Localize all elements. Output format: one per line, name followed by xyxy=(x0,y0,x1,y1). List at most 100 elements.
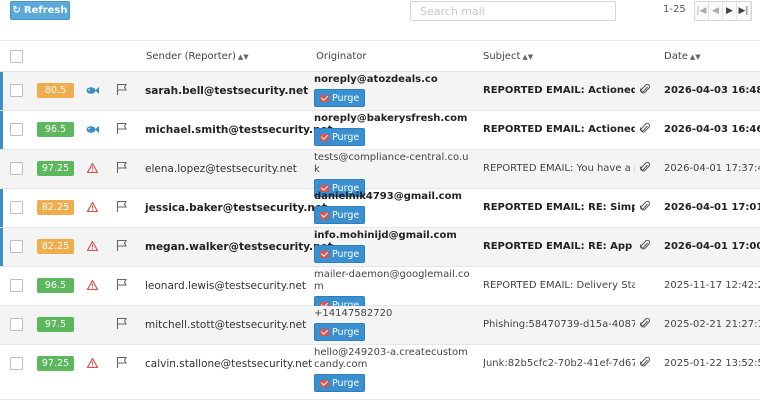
subject-text[interactable]: REPORTED EMAIL: Delivery Status xyxy=(483,280,635,291)
last-page-icon[interactable]: ▶| xyxy=(737,2,751,20)
envelope-icon xyxy=(320,211,329,219)
subject-text[interactable]: REPORTED EMAIL: Actioned Nee xyxy=(483,124,635,135)
table-row[interactable]: 96.5 michael.smith@testsecurity.net nore… xyxy=(0,111,760,150)
flag-icon[interactable] xyxy=(116,239,128,253)
purge-button[interactable]: Purge xyxy=(314,128,366,146)
attachment-icon xyxy=(639,122,651,136)
subject-text[interactable]: Junk:82b5cfc2-70b2-41ef-7d67-08 xyxy=(483,358,635,369)
select-all-checkbox[interactable] xyxy=(10,50,23,63)
originator-email: noreply@atozdeals.co xyxy=(314,74,438,85)
originator-email: noreply@bakerysfresh.com xyxy=(314,113,468,124)
score-badge: 96.5 xyxy=(37,278,74,293)
attachment-icon xyxy=(639,83,651,97)
sender-email[interactable]: megan.walker@testsecurity.net xyxy=(145,241,333,253)
score-badge: 97.5 xyxy=(37,317,74,332)
purge-button[interactable]: Purge xyxy=(314,323,366,341)
flag-icon[interactable] xyxy=(116,317,128,331)
purge-label: Purge xyxy=(332,209,360,221)
warning-icon xyxy=(85,356,99,370)
sender-email[interactable]: mitchell.stott@testsecurity.net xyxy=(145,319,306,331)
originator-cell: noreply@bakerysfresh.com Purge xyxy=(314,111,474,146)
column-subject[interactable]: Subject ▲▼ xyxy=(483,51,533,62)
originator-cell: +14147582720 Purge xyxy=(314,306,474,341)
subject-text[interactable]: REPORTED EMAIL: Actioned Nee xyxy=(483,85,635,96)
score-badge: 97.25 xyxy=(37,356,74,371)
sort-desc-icon: ▲▼ xyxy=(689,53,701,61)
attachment-icon xyxy=(639,239,651,253)
attachment-icon xyxy=(639,317,651,331)
table-row[interactable]: 82.25 megan.walker@testsecurity.net info… xyxy=(0,228,760,267)
row-checkbox[interactable] xyxy=(10,357,23,370)
purge-button[interactable]: Purge xyxy=(314,374,366,392)
first-page-icon[interactable]: |◀ xyxy=(695,2,709,20)
flag-icon[interactable] xyxy=(116,122,128,136)
originator-email: +14147582720 xyxy=(314,308,393,319)
date-text: 2026-04-03 16:48:54 xyxy=(664,85,760,96)
envelope-icon xyxy=(320,250,329,258)
column-originator: Originator xyxy=(316,51,367,62)
warning-icon xyxy=(85,278,99,292)
flag-icon[interactable] xyxy=(116,356,128,370)
search-input[interactable] xyxy=(410,1,616,21)
sender-email[interactable]: calvin.stallone@testsecurity.net xyxy=(145,358,312,370)
purge-button[interactable]: Purge xyxy=(314,245,366,263)
flag-icon[interactable] xyxy=(116,278,128,292)
purge-label: Purge xyxy=(332,92,360,104)
originator-email: info.mohinijd@gmail.com xyxy=(314,230,457,241)
originator-cell: hello@249203-a.createcustomcandy.com Pur… xyxy=(314,345,474,392)
sender-email[interactable]: sarah.bell@testsecurity.net xyxy=(145,85,308,97)
score-badge: 97.25 xyxy=(37,161,74,176)
table-row[interactable]: 97.5 mitchell.stott@testsecurity.net +14… xyxy=(0,306,760,345)
subject-text[interactable]: REPORTED EMAIL: You have a pen xyxy=(483,163,635,174)
page-range: 1-25 xyxy=(663,4,686,15)
score-badge: 80.5 xyxy=(37,83,74,98)
score-badge: 96.5 xyxy=(37,122,74,137)
row-checkbox[interactable] xyxy=(10,279,23,292)
purge-button[interactable]: Purge xyxy=(314,206,366,224)
originator-email: mailer-daemon@googlemail.com xyxy=(314,269,470,292)
flag-icon[interactable] xyxy=(116,200,128,214)
originator-cell: info.mohinijd@gmail.com Purge xyxy=(314,228,474,263)
table-header: Sender (Reporter) ▲▼ Originator Subject ▲▼… xyxy=(0,40,760,72)
phish-icon xyxy=(85,122,99,136)
sender-email[interactable]: michael.smith@testsecurity.net xyxy=(145,124,333,136)
flag-icon[interactable] xyxy=(116,83,128,97)
date-text: 2025-01-22 13:52:55 xyxy=(664,358,760,369)
table-row[interactable]: 97.25 elena.lopez@testsecurity.net tests… xyxy=(0,150,760,197)
row-checkbox[interactable] xyxy=(10,201,23,214)
table-row[interactable]: 97.25 calvin.stallone@testsecurity.net h… xyxy=(0,345,760,400)
subject-text[interactable]: REPORTED EMAIL: RE: Simple & N xyxy=(483,202,635,213)
next-page-icon[interactable]: ▶ xyxy=(723,2,737,20)
sender-email[interactable]: jessica.baker@testsecurity.net xyxy=(145,202,327,214)
flag-icon[interactable] xyxy=(116,161,128,175)
prev-page-icon[interactable]: ◀ xyxy=(709,2,723,20)
refresh-icon: ↻ xyxy=(12,5,21,16)
date-text: 2025-02-21 21:27:17 xyxy=(664,319,760,330)
phish-icon xyxy=(85,83,99,97)
table-row[interactable]: 80.5 sarah.bell@testsecurity.net noreply… xyxy=(0,72,760,111)
sender-email[interactable]: leonard.lewis@testsecurity.net xyxy=(145,280,306,292)
purge-button[interactable]: Purge xyxy=(314,89,366,107)
row-checkbox[interactable] xyxy=(10,240,23,253)
purge-label: Purge xyxy=(332,131,360,143)
row-checkbox[interactable] xyxy=(10,318,23,331)
column-sender[interactable]: Sender (Reporter) ▲▼ xyxy=(146,51,249,62)
table-row[interactable]: 96.5 leonard.lewis@testsecurity.net mail… xyxy=(0,267,760,314)
sender-email[interactable]: elena.lopez@testsecurity.net xyxy=(145,163,297,175)
sort-icon: ▲▼ xyxy=(522,53,534,61)
date-text: 2026-04-01 17:01:17 xyxy=(664,202,760,213)
attachment-icon xyxy=(639,161,651,175)
row-checkbox[interactable] xyxy=(10,123,23,136)
score-badge: 82.25 xyxy=(37,200,74,215)
envelope-icon xyxy=(320,133,329,141)
column-date[interactable]: Date ▲▼ xyxy=(664,51,701,62)
refresh-label: Refresh xyxy=(23,5,68,16)
row-checkbox[interactable] xyxy=(10,162,23,175)
subject-text[interactable]: Phishing:58470739-d15a-4087-700 xyxy=(483,319,635,330)
mail-table: Sender (Reporter) ▲▼ Originator Subject ▲▼… xyxy=(0,40,760,400)
refresh-button[interactable]: ↻ Refresh xyxy=(10,1,70,20)
subject-text[interactable]: REPORTED EMAIL: RE: App Plann xyxy=(483,241,635,252)
row-checkbox[interactable] xyxy=(10,84,23,97)
toolbar: ↻ Refresh 1-25 |◀ ◀ ▶ ▶| xyxy=(0,0,760,40)
table-row[interactable]: 82.25 jessica.baker@testsecurity.net dan… xyxy=(0,189,760,228)
